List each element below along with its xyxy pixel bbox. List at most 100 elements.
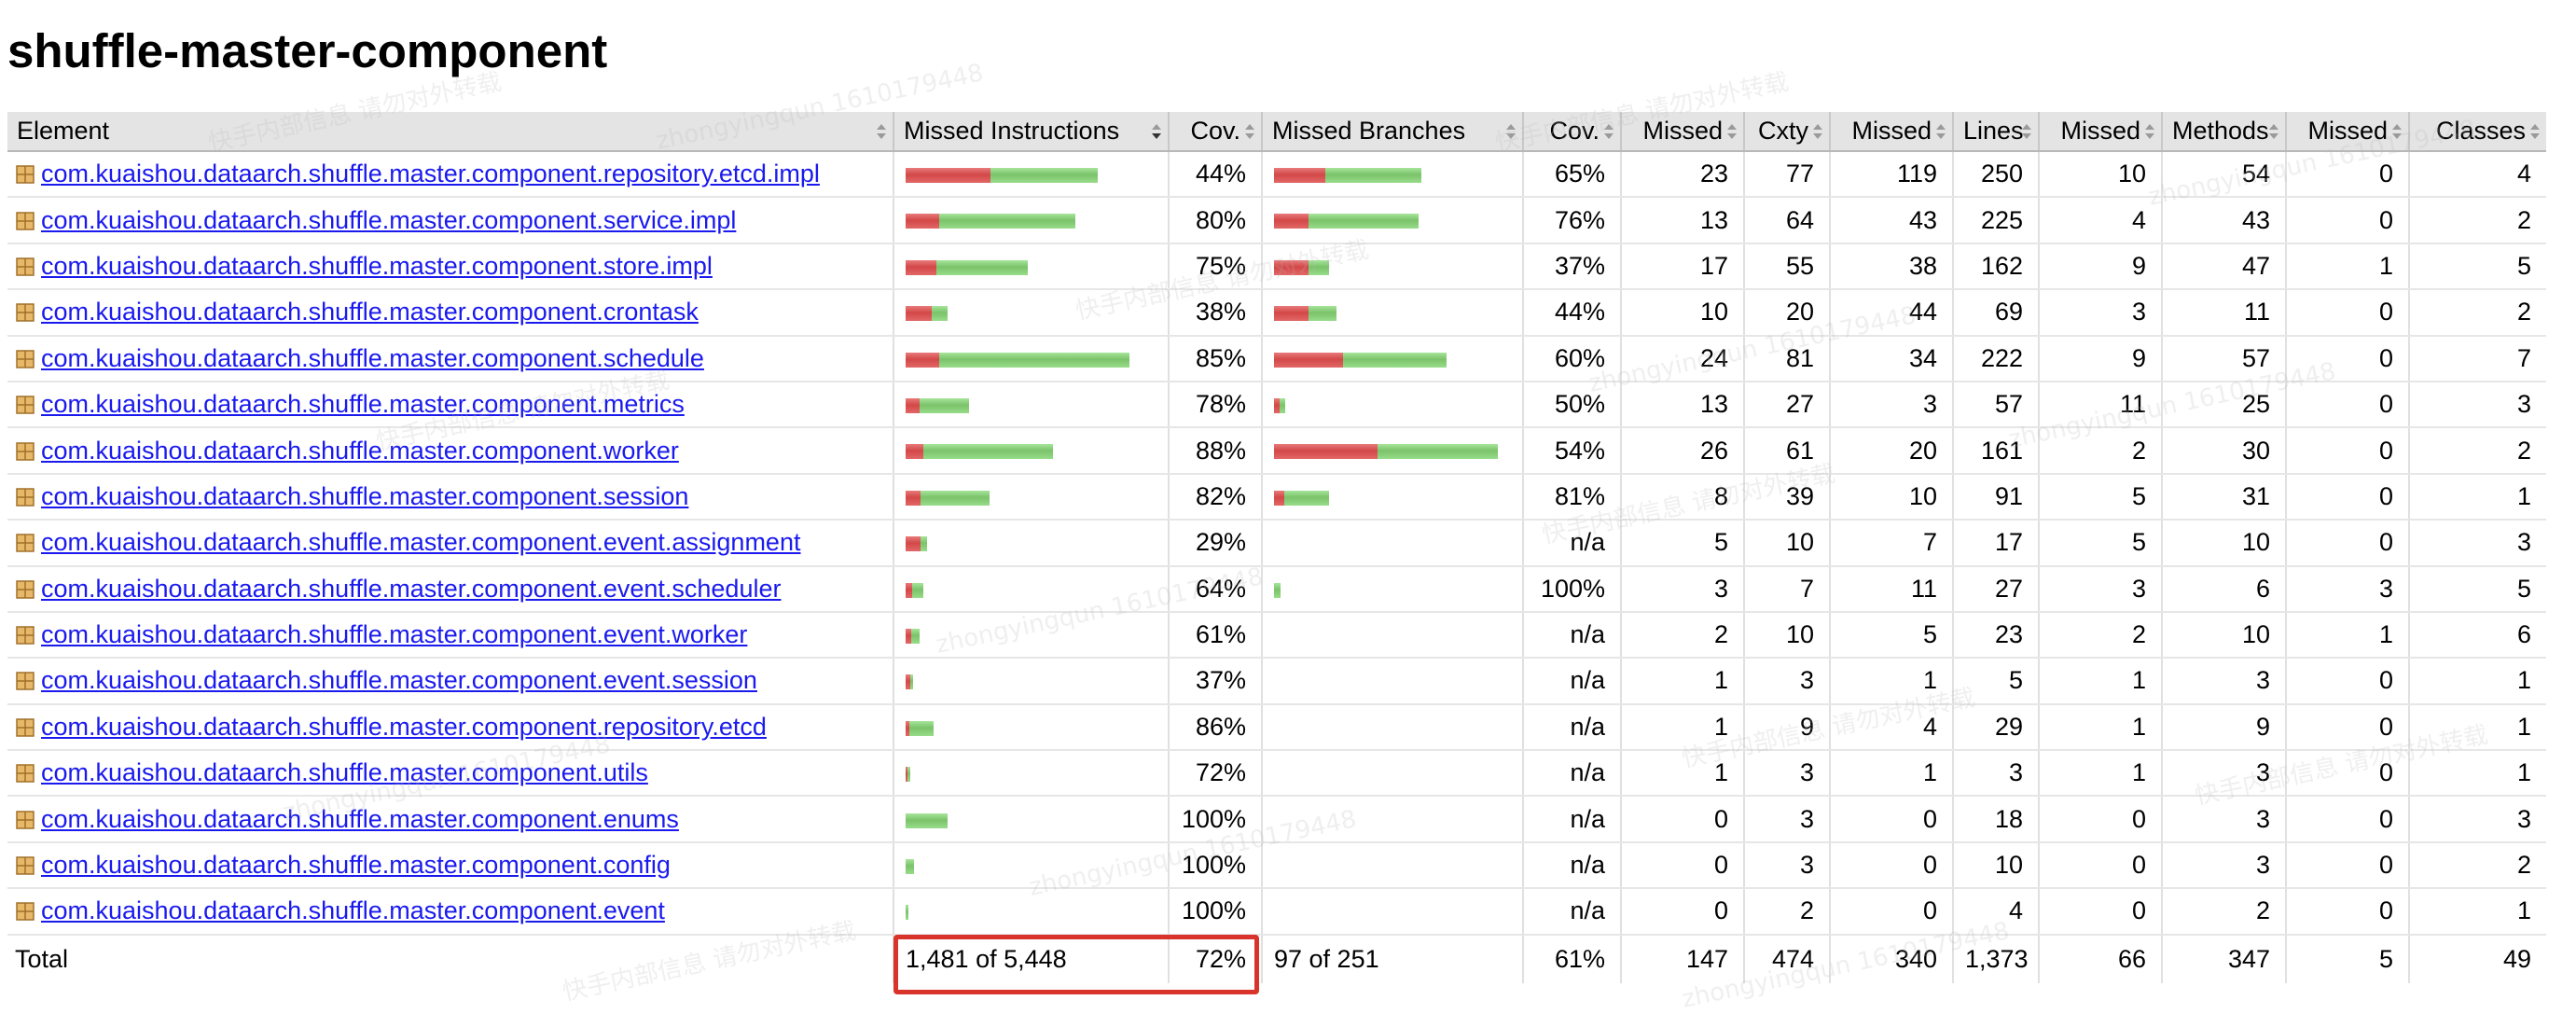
package-link[interactable]: com.kuaishou.dataarch.shuffle.master.com… xyxy=(41,390,685,418)
instructions-coverage-bar-covered-segment xyxy=(907,767,910,783)
package-link[interactable]: com.kuaishou.dataarch.shuffle.master.com… xyxy=(41,528,800,556)
methods-missed: 0 xyxy=(2038,841,2162,890)
sort-icon[interactable] xyxy=(2529,122,2541,141)
col-branches-coverage[interactable]: Cov. xyxy=(1522,112,1621,152)
classes: 7 xyxy=(2408,335,2546,382)
col-lines-missed[interactable]: Missed xyxy=(1829,112,1953,152)
sort-icon[interactable] xyxy=(1812,122,1823,141)
col-missed-instructions[interactable]: Missed Instructions xyxy=(893,112,1169,152)
lines-missed: 3 xyxy=(1829,381,1953,429)
branches-coverage-bar xyxy=(1274,398,1285,414)
sort-icon[interactable] xyxy=(1244,122,1255,141)
col-methods[interactable]: Methods xyxy=(2161,112,2286,152)
sort-icon[interactable] xyxy=(1935,122,1946,141)
package-icon xyxy=(15,810,35,830)
package-link[interactable]: com.kuaishou.dataarch.shuffle.master.com… xyxy=(41,206,736,234)
col-instructions-coverage[interactable]: Cov. xyxy=(1168,112,1262,152)
instructions-coverage-bar xyxy=(906,767,910,783)
table-row: com.kuaishou.dataarch.shuffle.master.com… xyxy=(7,381,2546,429)
branches-coverage: 54% xyxy=(1522,427,1621,475)
package-link[interactable]: com.kuaishou.dataarch.shuffle.master.com… xyxy=(41,851,671,879)
sort-icon[interactable] xyxy=(2391,122,2403,141)
lines-missed: 1 xyxy=(1829,658,1953,705)
package-icon xyxy=(15,625,35,646)
package-link[interactable]: com.kuaishou.dataarch.shuffle.master.com… xyxy=(41,666,757,694)
col-lines[interactable]: Lines xyxy=(1952,112,2039,152)
sort-icon[interactable] xyxy=(1603,122,1614,141)
package-link[interactable]: com.kuaishou.dataarch.shuffle.master.com… xyxy=(41,758,648,786)
complexity-missed: 13 xyxy=(1620,381,1744,429)
missed-branches-cell xyxy=(1261,427,1523,475)
missed-branches-cell xyxy=(1261,796,1523,843)
package-link[interactable]: com.kuaishou.dataarch.shuffle.master.com… xyxy=(41,252,713,280)
instructions-coverage: 61% xyxy=(1168,611,1262,660)
branches-coverage: n/a xyxy=(1522,658,1621,705)
missed-instructions-cell xyxy=(893,658,1169,705)
lines-missed: 5 xyxy=(1829,611,1953,660)
col-complexity[interactable]: Cxty xyxy=(1743,112,1830,152)
package-link[interactable]: com.kuaishou.dataarch.shuffle.master.com… xyxy=(41,713,767,741)
methods-missed: 5 xyxy=(2038,473,2162,521)
sort-icon[interactable] xyxy=(1505,122,1517,141)
instructions-coverage-bar-missed-segment xyxy=(906,444,923,460)
package-icon xyxy=(15,395,35,415)
col-classes-missed[interactable]: Missed xyxy=(2285,112,2409,152)
sort-icon[interactable] xyxy=(2144,122,2155,141)
total-lines: 1,373 xyxy=(1952,934,2039,983)
package-link[interactable]: com.kuaishou.dataarch.shuffle.master.com… xyxy=(41,437,679,465)
package-link[interactable]: com.kuaishou.dataarch.shuffle.master.com… xyxy=(41,575,781,603)
methods: 3 xyxy=(2161,841,2286,890)
instructions-coverage-bar xyxy=(906,905,908,921)
instructions-coverage-bar-covered-segment xyxy=(906,813,948,828)
package-icon xyxy=(15,763,35,784)
instructions-coverage: 78% xyxy=(1168,381,1262,429)
methods: 57 xyxy=(2161,335,2286,382)
sort-icon[interactable] xyxy=(1726,122,1738,141)
table-row: com.kuaishou.dataarch.shuffle.master.com… xyxy=(7,335,2546,382)
package-link[interactable]: com.kuaishou.dataarch.shuffle.master.com… xyxy=(41,620,747,648)
branches-coverage-bar-missed-segment xyxy=(1274,168,1325,184)
branches-coverage-bar xyxy=(1274,168,1421,184)
classes-missed: 0 xyxy=(2285,197,2409,244)
missed-branches-cell xyxy=(1261,888,1523,936)
methods-missed: 0 xyxy=(2038,888,2162,936)
instructions-coverage-bar xyxy=(906,720,934,736)
total-classes: 49 xyxy=(2408,934,2546,983)
instructions-coverage-bar xyxy=(906,674,913,690)
missed-branches-cell xyxy=(1261,335,1523,382)
sort-icon[interactable] xyxy=(2268,122,2279,141)
col-methods-missed[interactable]: Missed xyxy=(2038,112,2162,152)
package-link[interactable]: com.kuaishou.dataarch.shuffle.master.com… xyxy=(41,160,820,188)
col-complexity-missed[interactable]: Missed xyxy=(1620,112,1744,152)
package-link[interactable]: com.kuaishou.dataarch.shuffle.master.com… xyxy=(41,482,688,510)
total-methods-missed: 66 xyxy=(2038,934,2162,983)
package-link[interactable]: com.kuaishou.dataarch.shuffle.master.com… xyxy=(41,896,665,924)
sort-icon[interactable] xyxy=(2021,122,2032,141)
sort-icon[interactable] xyxy=(876,122,887,141)
classes-missed: 0 xyxy=(2285,658,2409,705)
methods-missed: 11 xyxy=(2038,381,2162,429)
instructions-coverage-bar-covered-segment xyxy=(936,259,1028,275)
classes-missed: 3 xyxy=(2285,565,2409,613)
classes: 4 xyxy=(2408,151,2546,199)
col-element[interactable]: Element xyxy=(7,112,893,152)
sort-descending-icon[interactable] xyxy=(1151,122,1162,141)
package-icon xyxy=(15,855,35,876)
branches-coverage: n/a xyxy=(1522,796,1621,843)
instructions-coverage-bar-covered-segment xyxy=(910,674,913,690)
missed-instructions-cell xyxy=(893,888,1169,936)
package-link[interactable]: com.kuaishou.dataarch.shuffle.master.com… xyxy=(41,344,704,372)
col-classes[interactable]: Classes xyxy=(2408,112,2546,152)
methods: 31 xyxy=(2161,473,2286,521)
branches-coverage-bar xyxy=(1274,352,1447,368)
missed-branches-cell xyxy=(1261,703,1523,752)
total-instructions: 1,481 of 5,448 xyxy=(893,934,1169,983)
col-missed-branches[interactable]: Missed Branches xyxy=(1261,112,1523,152)
package-icon xyxy=(15,533,35,553)
col-complexity-label: Cxty xyxy=(1758,117,1808,145)
branches-coverage: 37% xyxy=(1522,243,1621,291)
package-link[interactable]: com.kuaishou.dataarch.shuffle.master.com… xyxy=(41,805,679,833)
package-link[interactable]: com.kuaishou.dataarch.shuffle.master.com… xyxy=(41,298,699,326)
instructions-coverage-bar xyxy=(906,214,1075,229)
coverage-table: Element Missed Instructions Cov. Missed Bra… xyxy=(7,112,2546,983)
